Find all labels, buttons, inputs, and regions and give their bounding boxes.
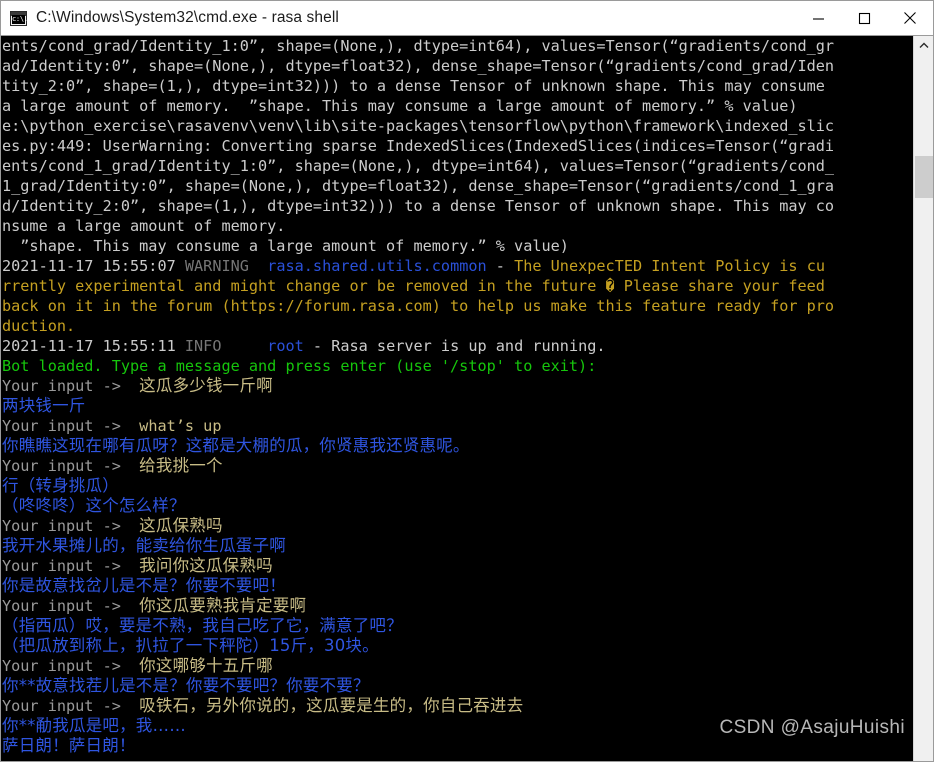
chat-bot-line: 你瞧瞧这现在哪有瓜呀？这都是大棚的瓜，你贤惠我还贤惠呢。 — [2, 436, 470, 455]
input-prompt-label: Your input -> — [2, 517, 121, 535]
close-button[interactable] — [887, 1, 933, 35]
user-message: 这瓜多少钱一斤啊 — [139, 376, 273, 395]
prompt-gap — [121, 417, 139, 435]
log-wrap-line: rrently experimental and might change or… — [2, 277, 825, 295]
close-icon — [904, 12, 916, 24]
scroll-up-arrow[interactable] — [914, 36, 933, 54]
log-gap — [221, 337, 267, 355]
input-prompt-label: Your input -> — [2, 697, 121, 715]
chat-user-line: Your input -> 你这哪够十五斤哪 — [2, 656, 834, 676]
log-wrap-line: back on it in the forum (https://forum.r… — [2, 297, 835, 315]
prompt-gap — [121, 697, 139, 715]
minimize-button[interactable] — [795, 1, 841, 35]
chat-bot-line: （把瓜放到称上，扒拉了一下秤陀）15斤，30块。 — [2, 636, 379, 655]
user-message: 我问你这瓜保熟吗 — [139, 556, 273, 575]
chat-user-line: Your input -> 这瓜保熟吗 — [2, 516, 834, 536]
console-line: ents/cond_grad/Identity_1:0”, shape=(Non… — [2, 37, 835, 55]
chat-bot-line: 两块钱一斤 — [2, 396, 86, 415]
user-message: 你这瓜要熟我肯定要啊 — [139, 596, 307, 615]
input-prompt-label: Your input -> — [2, 417, 121, 435]
user-message: 你这哪够十五斤哪 — [139, 656, 273, 675]
chat-user-line: Your input -> 这瓜多少钱一斤啊 — [2, 376, 834, 396]
log-logger-name: root — [267, 337, 304, 355]
chat-user-line: Your input -> 给我挑一个 — [2, 456, 834, 476]
user-message: what’s up — [139, 417, 222, 435]
log-logger-name: rasa.shared.utils.common — [267, 257, 487, 275]
chat-bot-line: 你**勈我瓜是吧，我…… — [2, 716, 186, 735]
chat-bot-line: 你是故意找岔儿是不是？你要不要吧！ — [2, 576, 286, 595]
input-prompt-label: Your input -> — [2, 657, 121, 675]
console-line: ad/Identity:0”, shape=(None,), dtype=flo… — [2, 57, 835, 75]
console-line: nsume a large amount of memory. — [2, 217, 286, 235]
chat-bot-line: 行（转身挑瓜） — [2, 476, 119, 495]
console-line-list: ents/cond_grad/Identity_1:0”, shape=(Non… — [1, 36, 834, 756]
log-message: Rasa server is up and running. — [331, 337, 606, 355]
chat-bot-line: 我开水果摊儿的，能卖给你生瓜蛋子啊 — [2, 536, 286, 555]
chat-bot-line: （咚咚咚）这个怎么样？ — [2, 496, 186, 515]
user-message: 给我挑一个 — [139, 456, 223, 475]
console-line: tity_2:0”, shape=(1,), dtype=int32))) to… — [2, 77, 825, 95]
cmd-console-icon — [10, 10, 27, 26]
input-prompt-label: Your input -> — [2, 457, 121, 475]
chat-user-line: Your input -> what’s up — [2, 416, 834, 436]
log-line-warning: 2021-11-17 15:55:07 WARNING rasa.shared.… — [2, 256, 834, 276]
log-wrap-line: duction. — [2, 317, 76, 335]
log-separator: - — [303, 337, 332, 355]
console-line: 1_grad/Identity:0”, shape=(None,), dtype… — [2, 177, 835, 195]
prompt-gap — [121, 657, 139, 675]
input-prompt-label: Your input -> — [2, 597, 121, 615]
chevron-up-icon — [919, 42, 928, 48]
console-output[interactable]: ents/cond_grad/Identity_1:0”, shape=(Non… — [1, 36, 913, 761]
log-level-warning: WARNING — [184, 257, 249, 275]
prompt-gap — [121, 457, 139, 475]
log-message: The UnexpecTED Intent Policy is cu — [514, 257, 825, 275]
prompt-gap — [121, 557, 139, 575]
log-level-info: INFO — [184, 337, 222, 355]
cmd-window: C:\Windows\System32\cmd.exe - rasa shell — [0, 0, 934, 762]
vertical-scrollbar[interactable] — [913, 36, 933, 761]
prompt-gap — [121, 377, 139, 395]
console-line: a large amount of memory. ”shape. This m… — [2, 97, 798, 115]
console-line: ”shape. This may consume a large amount … — [2, 237, 569, 255]
scrollbar-thumb[interactable] — [915, 156, 933, 198]
console-line: d/Identity_2:0”, shape=(1,), dtype=int32… — [2, 197, 835, 215]
minimize-icon — [812, 17, 824, 20]
title-bar: C:\Windows\System32\cmd.exe - rasa shell — [1, 1, 933, 36]
log-separator: - — [486, 257, 515, 275]
chat-user-line: Your input -> 吸铁石，另外你说的，这瓜要是生的，你自己吞进去 — [2, 696, 834, 716]
chat-bot-line: 萨日朗！萨日朗！ — [2, 736, 136, 755]
prompt-gap — [121, 517, 139, 535]
window-controls — [795, 1, 933, 35]
console-line: es.py:449: UserWarning: Converting spars… — [2, 137, 835, 155]
input-prompt-label: Your input -> — [2, 377, 121, 395]
log-line-info: 2021-11-17 15:55:11 INFO root - Rasa ser… — [2, 336, 834, 356]
log-gap — [249, 257, 267, 275]
log-timestamp: 2021-11-17 15:55:11 — [2, 337, 176, 355]
console-line: ents/cond_1_grad/Identity_1:0”, shape=(N… — [2, 157, 835, 175]
bot-loaded-banner: Bot loaded. Type a message and press ent… — [2, 357, 597, 375]
window-title: C:\Windows\System32\cmd.exe - rasa shell — [36, 9, 339, 26]
maximize-button[interactable] — [841, 1, 887, 35]
console-line: e:\python_exercise\rasavenv\venv\lib\sit… — [2, 117, 835, 135]
prompt-gap — [121, 597, 139, 615]
log-level — [176, 257, 185, 275]
chat-user-line: Your input -> 你这瓜要熟我肯定要啊 — [2, 596, 834, 616]
maximize-icon — [858, 12, 870, 24]
log-timestamp: 2021-11-17 15:55:07 — [2, 257, 176, 275]
log-gap — [176, 337, 185, 355]
user-message: 这瓜保熟吗 — [139, 516, 223, 535]
chat-user-line: Your input -> 我问你这瓜保熟吗 — [2, 556, 834, 576]
chat-bot-line: （指西瓜）哎，要是不熟，我自己吃了它，满意了吧？ — [2, 616, 403, 635]
user-message: 吸铁石，另外你说的，这瓜要是生的，你自己吞进去 — [139, 696, 524, 715]
chat-bot-line: 你**故意找茬儿是不是？你要不要吧？你要不要？ — [2, 676, 370, 695]
input-prompt-label: Your input -> — [2, 557, 121, 575]
